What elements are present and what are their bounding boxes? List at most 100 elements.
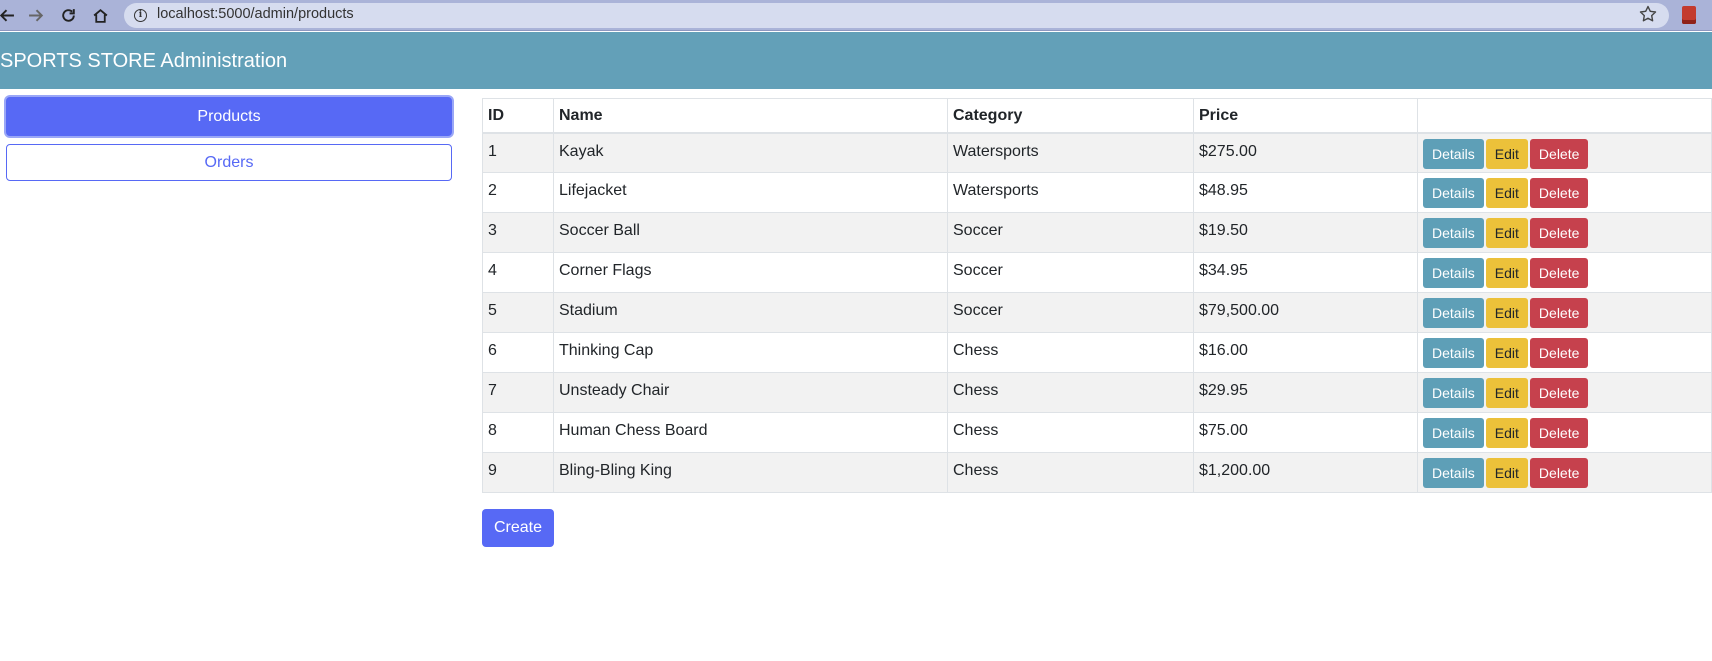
address-bar-url[interactable]: localhost:5000/admin/products (157, 6, 354, 22)
column-header-actions (1417, 98, 1712, 134)
details-button[interactable]: Details (1423, 338, 1484, 368)
table-row: 4 Corner Flags Soccer $34.95 Details Edit Dele… (482, 252, 1712, 293)
browser-toolbar: i localhost:5000/admin/products (0, 0, 1712, 31)
edit-button[interactable]: Edit (1485, 258, 1528, 288)
details-button[interactable]: Details (1423, 218, 1484, 248)
cell-actions: Details Edit Delete (1417, 252, 1712, 293)
table-row: 8 Human Chess Board Chess $75.00 Details Edit… (482, 412, 1712, 453)
delete-button[interactable]: Delete (1529, 218, 1589, 248)
details-button[interactable]: Details (1423, 178, 1484, 208)
cell-name: Unsteady Chair (553, 372, 948, 413)
cell-category: Chess (947, 332, 1194, 373)
cell-price: $275.00 (1193, 132, 1418, 173)
cell-id: 5 (482, 292, 554, 333)
details-button[interactable]: Details (1423, 458, 1484, 488)
delete-button[interactable]: Delete (1529, 418, 1589, 448)
cell-id: 9 (482, 452, 554, 493)
column-header-id: ID (482, 98, 554, 134)
cell-name: Thinking Cap (553, 332, 948, 373)
sidebar-item-products[interactable]: Products (6, 97, 452, 136)
cell-category: Chess (947, 372, 1194, 413)
cell-id: 8 (482, 412, 554, 453)
column-header-price: Price (1193, 98, 1418, 134)
extension-icon[interactable] (1682, 6, 1696, 24)
edit-button[interactable]: Edit (1485, 458, 1528, 488)
address-bar[interactable] (124, 3, 1669, 28)
delete-button[interactable]: Delete (1529, 258, 1589, 288)
cell-name: Stadium (553, 292, 948, 333)
cell-price: $48.95 (1193, 172, 1418, 213)
column-header-category: Category (947, 98, 1194, 134)
reload-icon[interactable] (56, 3, 80, 27)
edit-button[interactable]: Edit (1485, 218, 1528, 248)
cell-category: Soccer (947, 252, 1194, 293)
edit-button[interactable]: Edit (1485, 178, 1528, 208)
cell-id: 2 (482, 172, 554, 213)
cell-actions: Details Edit Delete (1417, 452, 1712, 493)
cell-category: Soccer (947, 292, 1194, 333)
cell-id: 3 (482, 212, 554, 253)
table-row: 6 Thinking Cap Chess $16.00 Details Edit Delet… (482, 332, 1712, 373)
products-table: ID Name Category Price 1 Kayak Watersports… (482, 98, 1712, 493)
edit-button[interactable]: Edit (1485, 378, 1528, 408)
app-header: SPORTS STORE Administration (0, 32, 1712, 89)
cell-category: Chess (947, 412, 1194, 453)
edit-button[interactable]: Edit (1485, 138, 1528, 169)
cell-price: $34.95 (1193, 252, 1418, 293)
cell-price: $1,200.00 (1193, 452, 1418, 493)
cell-actions: Details Edit Delete (1417, 172, 1712, 213)
table-row: 7 Unsteady Chair Chess $29.95 Details Edit Del… (482, 372, 1712, 413)
cell-name: Soccer Ball (553, 212, 948, 253)
delete-button[interactable]: Delete (1529, 338, 1589, 368)
sidebar-item-orders[interactable]: Orders (6, 144, 452, 181)
table-row: 2 Lifejacket Watersports $48.95 Details Edit D… (482, 172, 1712, 213)
cell-actions: Details Edit Delete (1417, 412, 1712, 453)
cell-actions: Details Edit Delete (1417, 372, 1712, 413)
edit-button[interactable]: Edit (1485, 298, 1528, 328)
back-arrow-icon[interactable] (0, 3, 18, 27)
delete-button[interactable]: Delete (1529, 378, 1589, 408)
edit-button[interactable]: Edit (1485, 418, 1528, 448)
details-button[interactable]: Details (1423, 258, 1484, 288)
details-button[interactable]: Details (1423, 418, 1484, 448)
cell-name: Human Chess Board (553, 412, 948, 453)
table-row: 1 Kayak Watersports $275.00 Details Edit Delet… (482, 132, 1712, 173)
forward-arrow-icon[interactable] (24, 3, 48, 27)
column-header-name: Name (553, 98, 948, 134)
table-row: 5 Stadium Soccer $79,500.00 Details Edit Delet… (482, 292, 1712, 333)
edit-button[interactable]: Edit (1485, 338, 1528, 368)
cell-actions: Details Edit Delete (1417, 132, 1712, 173)
cell-name: Kayak (553, 132, 948, 173)
cell-category: Watersports (947, 132, 1194, 173)
cell-price: $19.50 (1193, 212, 1418, 253)
cell-id: 4 (482, 252, 554, 293)
cell-name: Lifejacket (553, 172, 948, 213)
cell-id: 7 (482, 372, 554, 413)
cell-price: $16.00 (1193, 332, 1418, 373)
cell-price: $29.95 (1193, 372, 1418, 413)
cell-name: Corner Flags (553, 252, 948, 293)
cell-id: 1 (482, 132, 554, 173)
delete-button[interactable]: Delete (1529, 458, 1589, 488)
cell-id: 6 (482, 332, 554, 373)
create-button[interactable]: Create (482, 509, 554, 547)
delete-button[interactable]: Delete (1529, 138, 1589, 169)
details-button[interactable]: Details (1423, 138, 1484, 169)
table-header-row: ID Name Category Price (482, 98, 1712, 134)
delete-button[interactable]: Delete (1529, 178, 1589, 208)
home-icon[interactable] (88, 3, 112, 27)
details-button[interactable]: Details (1423, 378, 1484, 408)
delete-button[interactable]: Delete (1529, 298, 1589, 328)
cell-category: Soccer (947, 212, 1194, 253)
cell-category: Watersports (947, 172, 1194, 213)
cell-price: $75.00 (1193, 412, 1418, 453)
details-button[interactable]: Details (1423, 298, 1484, 328)
cell-category: Chess (947, 452, 1194, 493)
table-row: 9 Bling-Bling King Chess $1,200.00 Details Ed… (482, 452, 1712, 493)
page-title: SPORTS STORE Administration (0, 50, 288, 72)
cell-name: Bling-Bling King (553, 452, 948, 493)
cell-actions: Details Edit Delete (1417, 212, 1712, 253)
info-icon[interactable]: i (134, 9, 147, 22)
star-icon[interactable] (1638, 4, 1660, 26)
cell-actions: Details Edit Delete (1417, 292, 1712, 333)
